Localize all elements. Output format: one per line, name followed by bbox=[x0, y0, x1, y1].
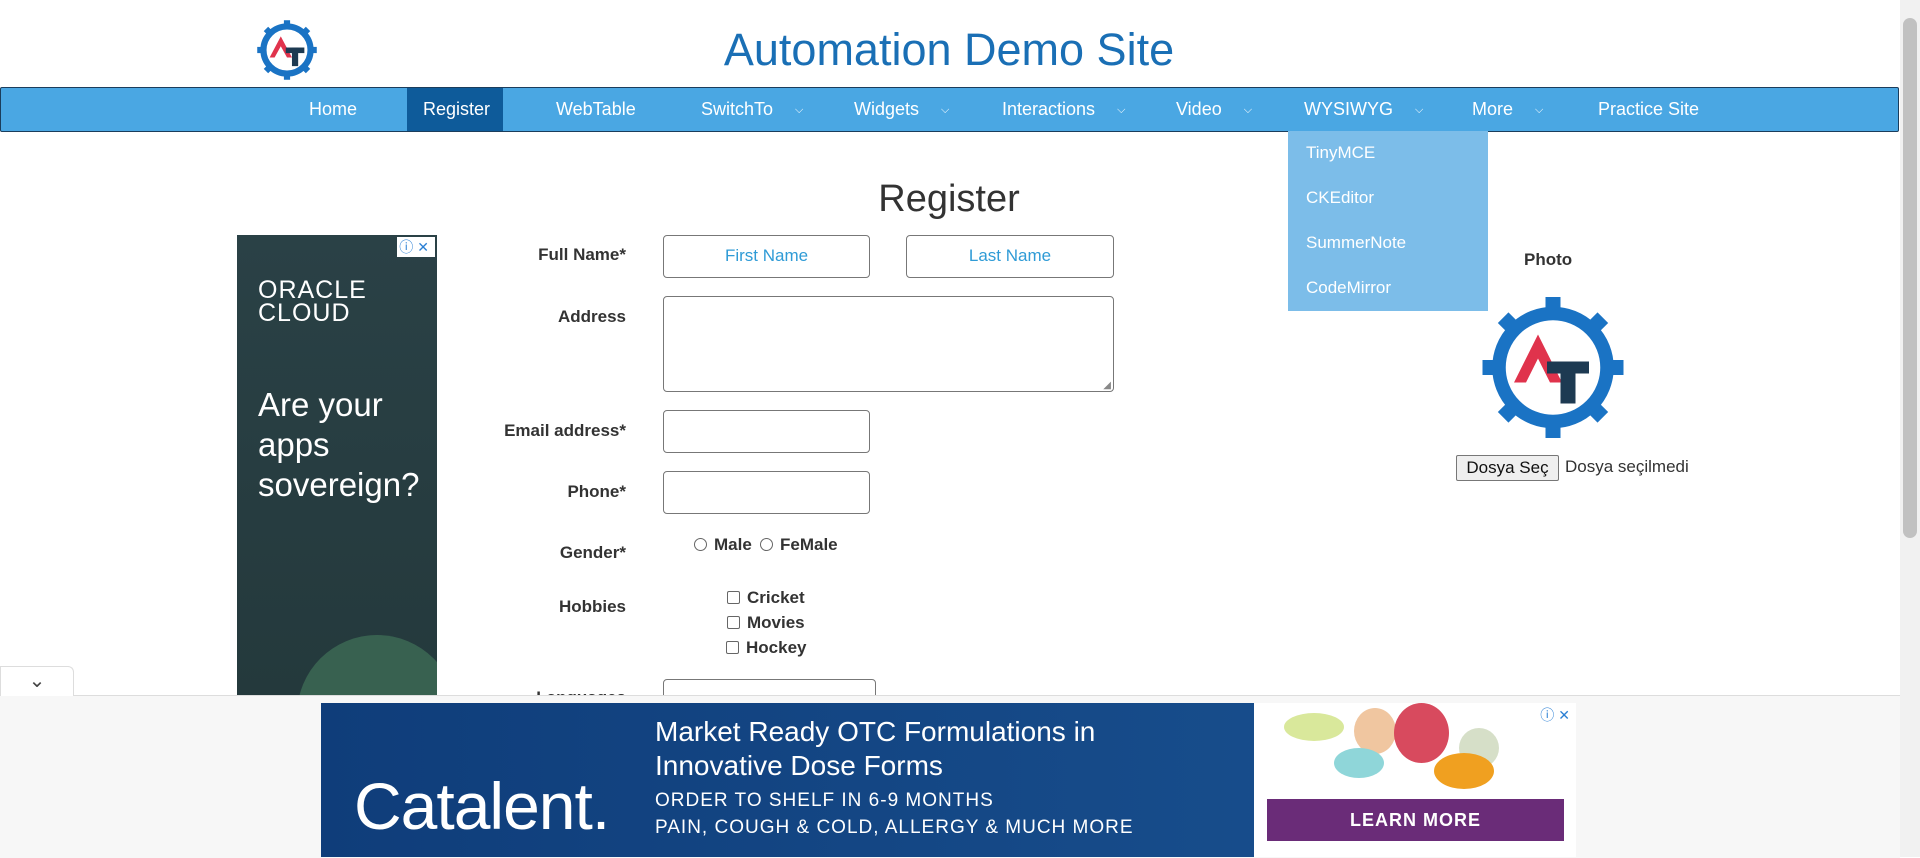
chevron-down-icon: ⌵ bbox=[1415, 103, 1424, 116]
hobby-hockey-label: Hockey bbox=[746, 638, 807, 657]
nav-register-label: Register bbox=[423, 99, 491, 119]
gender-male-label: Male bbox=[714, 535, 752, 554]
last-name-input[interactable]: Last Name bbox=[906, 235, 1114, 278]
hobbies-label: Hobbies bbox=[558, 597, 626, 616]
address-label: Address bbox=[557, 307, 626, 326]
page-title: Register bbox=[878, 178, 1020, 220]
choose-file-button[interactable]: Dosya Seç bbox=[1456, 455, 1559, 481]
nav-wysiwyg-label: WYSIWYG bbox=[1304, 99, 1393, 119]
nav-switchto-label: SwitchTo bbox=[701, 99, 774, 119]
gender-label: Gender* bbox=[559, 543, 626, 562]
chevron-down-icon: ⌵ bbox=[795, 103, 804, 116]
chevron-down-icon: ⌵ bbox=[941, 103, 950, 116]
ad-close-icon[interactable]: ⓘ✕ bbox=[1540, 705, 1574, 725]
hobby-movies-checkbox[interactable] bbox=[727, 616, 740, 629]
nav-video-label: Video bbox=[1176, 99, 1222, 119]
hobby-hockey-checkbox[interactable] bbox=[726, 641, 739, 654]
ad-brand: Catalent. bbox=[354, 769, 610, 843]
nav-practice-site-label: Practice Site bbox=[1598, 99, 1700, 119]
gender-male-radio[interactable] bbox=[694, 538, 707, 551]
chevron-down-icon: ⌄ bbox=[28, 670, 46, 692]
ad-brand-line2: CLOUD bbox=[258, 299, 351, 327]
photo-label: Photo bbox=[1524, 250, 1573, 269]
collapse-ad-button[interactable]: ⌄ bbox=[0, 666, 74, 696]
gender-female-radio[interactable] bbox=[760, 538, 773, 551]
chevron-down-icon: ⌵ bbox=[1243, 103, 1253, 116]
photo-preview bbox=[1478, 290, 1628, 445]
nav-more[interactable]: More ⌵ bbox=[1456, 88, 1559, 131]
nav-webtable[interactable]: WebTable bbox=[540, 88, 652, 131]
ad-subline: ORDER TO SHELF IN 6-9 MONTHS PAIN, COUGH… bbox=[655, 787, 1134, 841]
email-input[interactable] bbox=[663, 410, 870, 453]
learn-more-button[interactable]: LEARN MORE bbox=[1267, 799, 1564, 841]
gender-female-label: FeMale bbox=[780, 535, 838, 554]
dropdown-item-tinymce[interactable]: TinyMCE bbox=[1306, 143, 1375, 163]
ad-brand: ORACLE CLOUD bbox=[258, 278, 367, 327]
nav-register[interactable]: Register bbox=[407, 88, 503, 131]
file-status: Dosya seçilmedi bbox=[1565, 457, 1689, 476]
pill-graphic bbox=[1394, 703, 1449, 763]
email-label: Email address* bbox=[504, 421, 626, 440]
ad-subline-2: PAIN, COUGH & COLD, ALLERGY & MUCH MORE bbox=[655, 817, 1134, 838]
ad-copy: Are your apps sovereign? bbox=[258, 386, 420, 503]
wysiwyg-dropdown: TinyMCE CKEditor SummerNote CodeMirror bbox=[1288, 131, 1488, 311]
dropdown-item-codemirror[interactable]: CodeMirror bbox=[1306, 278, 1391, 298]
left-ad-banner[interactable]: ⓘ✕ ORACLE CLOUD Are your apps sovereign? bbox=[237, 235, 437, 697]
chevron-down-icon: ⌵ bbox=[1535, 103, 1544, 116]
ad-headline-line1: Market Ready OTC Formulations in bbox=[655, 716, 1096, 747]
site-title: Automation Demo Site bbox=[723, 24, 1175, 75]
ad-subline-1: ORDER TO SHELF IN 6-9 MONTHS bbox=[655, 790, 994, 811]
address-textarea[interactable]: ◢ bbox=[663, 296, 1114, 392]
phone-input[interactable] bbox=[663, 471, 870, 514]
bottom-ad-banner[interactable]: Catalent. Market Ready OTC Formulations … bbox=[321, 703, 1576, 857]
nav-home-label: Home bbox=[309, 99, 358, 119]
pill-graphic bbox=[1284, 713, 1344, 741]
nav-interactions[interactable]: Interactions ⌵ bbox=[986, 88, 1141, 131]
resize-handle-icon[interactable]: ◢ bbox=[1103, 380, 1111, 391]
nav-webtable-label: WebTable bbox=[556, 99, 636, 119]
nav-interactions-label: Interactions bbox=[1002, 99, 1096, 119]
hobby-cricket-checkbox[interactable] bbox=[727, 591, 740, 604]
main-nav: Home Register WebTable SwitchTo ⌵ Widgets… bbox=[0, 87, 1899, 132]
nav-video[interactable]: Video ⌵ bbox=[1160, 88, 1268, 131]
nav-widgets-label: Widgets bbox=[854, 99, 920, 119]
pill-graphic bbox=[1334, 748, 1384, 778]
scrollbar-thumb[interactable] bbox=[1903, 18, 1917, 538]
pill-graphic bbox=[1434, 753, 1494, 789]
phone-label: Phone* bbox=[567, 482, 626, 501]
nav-switchto[interactable]: SwitchTo ⌵ bbox=[685, 88, 819, 131]
full-name-label: Full Name* bbox=[538, 245, 626, 264]
hobby-cricket-label: Cricket bbox=[747, 588, 805, 607]
nav-practice-site[interactable]: Practice Site bbox=[1582, 88, 1715, 131]
chevron-down-icon: ⌵ bbox=[1117, 103, 1126, 116]
nav-home[interactable]: Home bbox=[293, 88, 373, 131]
dropdown-item-summernote[interactable]: SummerNote bbox=[1306, 233, 1406, 253]
nav-more-label: More bbox=[1472, 99, 1514, 119]
nav-wysiwyg[interactable]: WYSIWYG ⌵ bbox=[1288, 88, 1439, 131]
ad-headline: Market Ready OTC Formulations in Innovat… bbox=[655, 715, 1095, 783]
ad-decoration bbox=[297, 635, 437, 697]
ad-headline-line2: Innovative Dose Forms bbox=[655, 750, 943, 781]
nav-widgets[interactable]: Widgets ⌵ bbox=[838, 88, 965, 131]
first-name-input[interactable]: First Name bbox=[663, 235, 870, 278]
hobby-movies-label: Movies bbox=[747, 613, 805, 632]
